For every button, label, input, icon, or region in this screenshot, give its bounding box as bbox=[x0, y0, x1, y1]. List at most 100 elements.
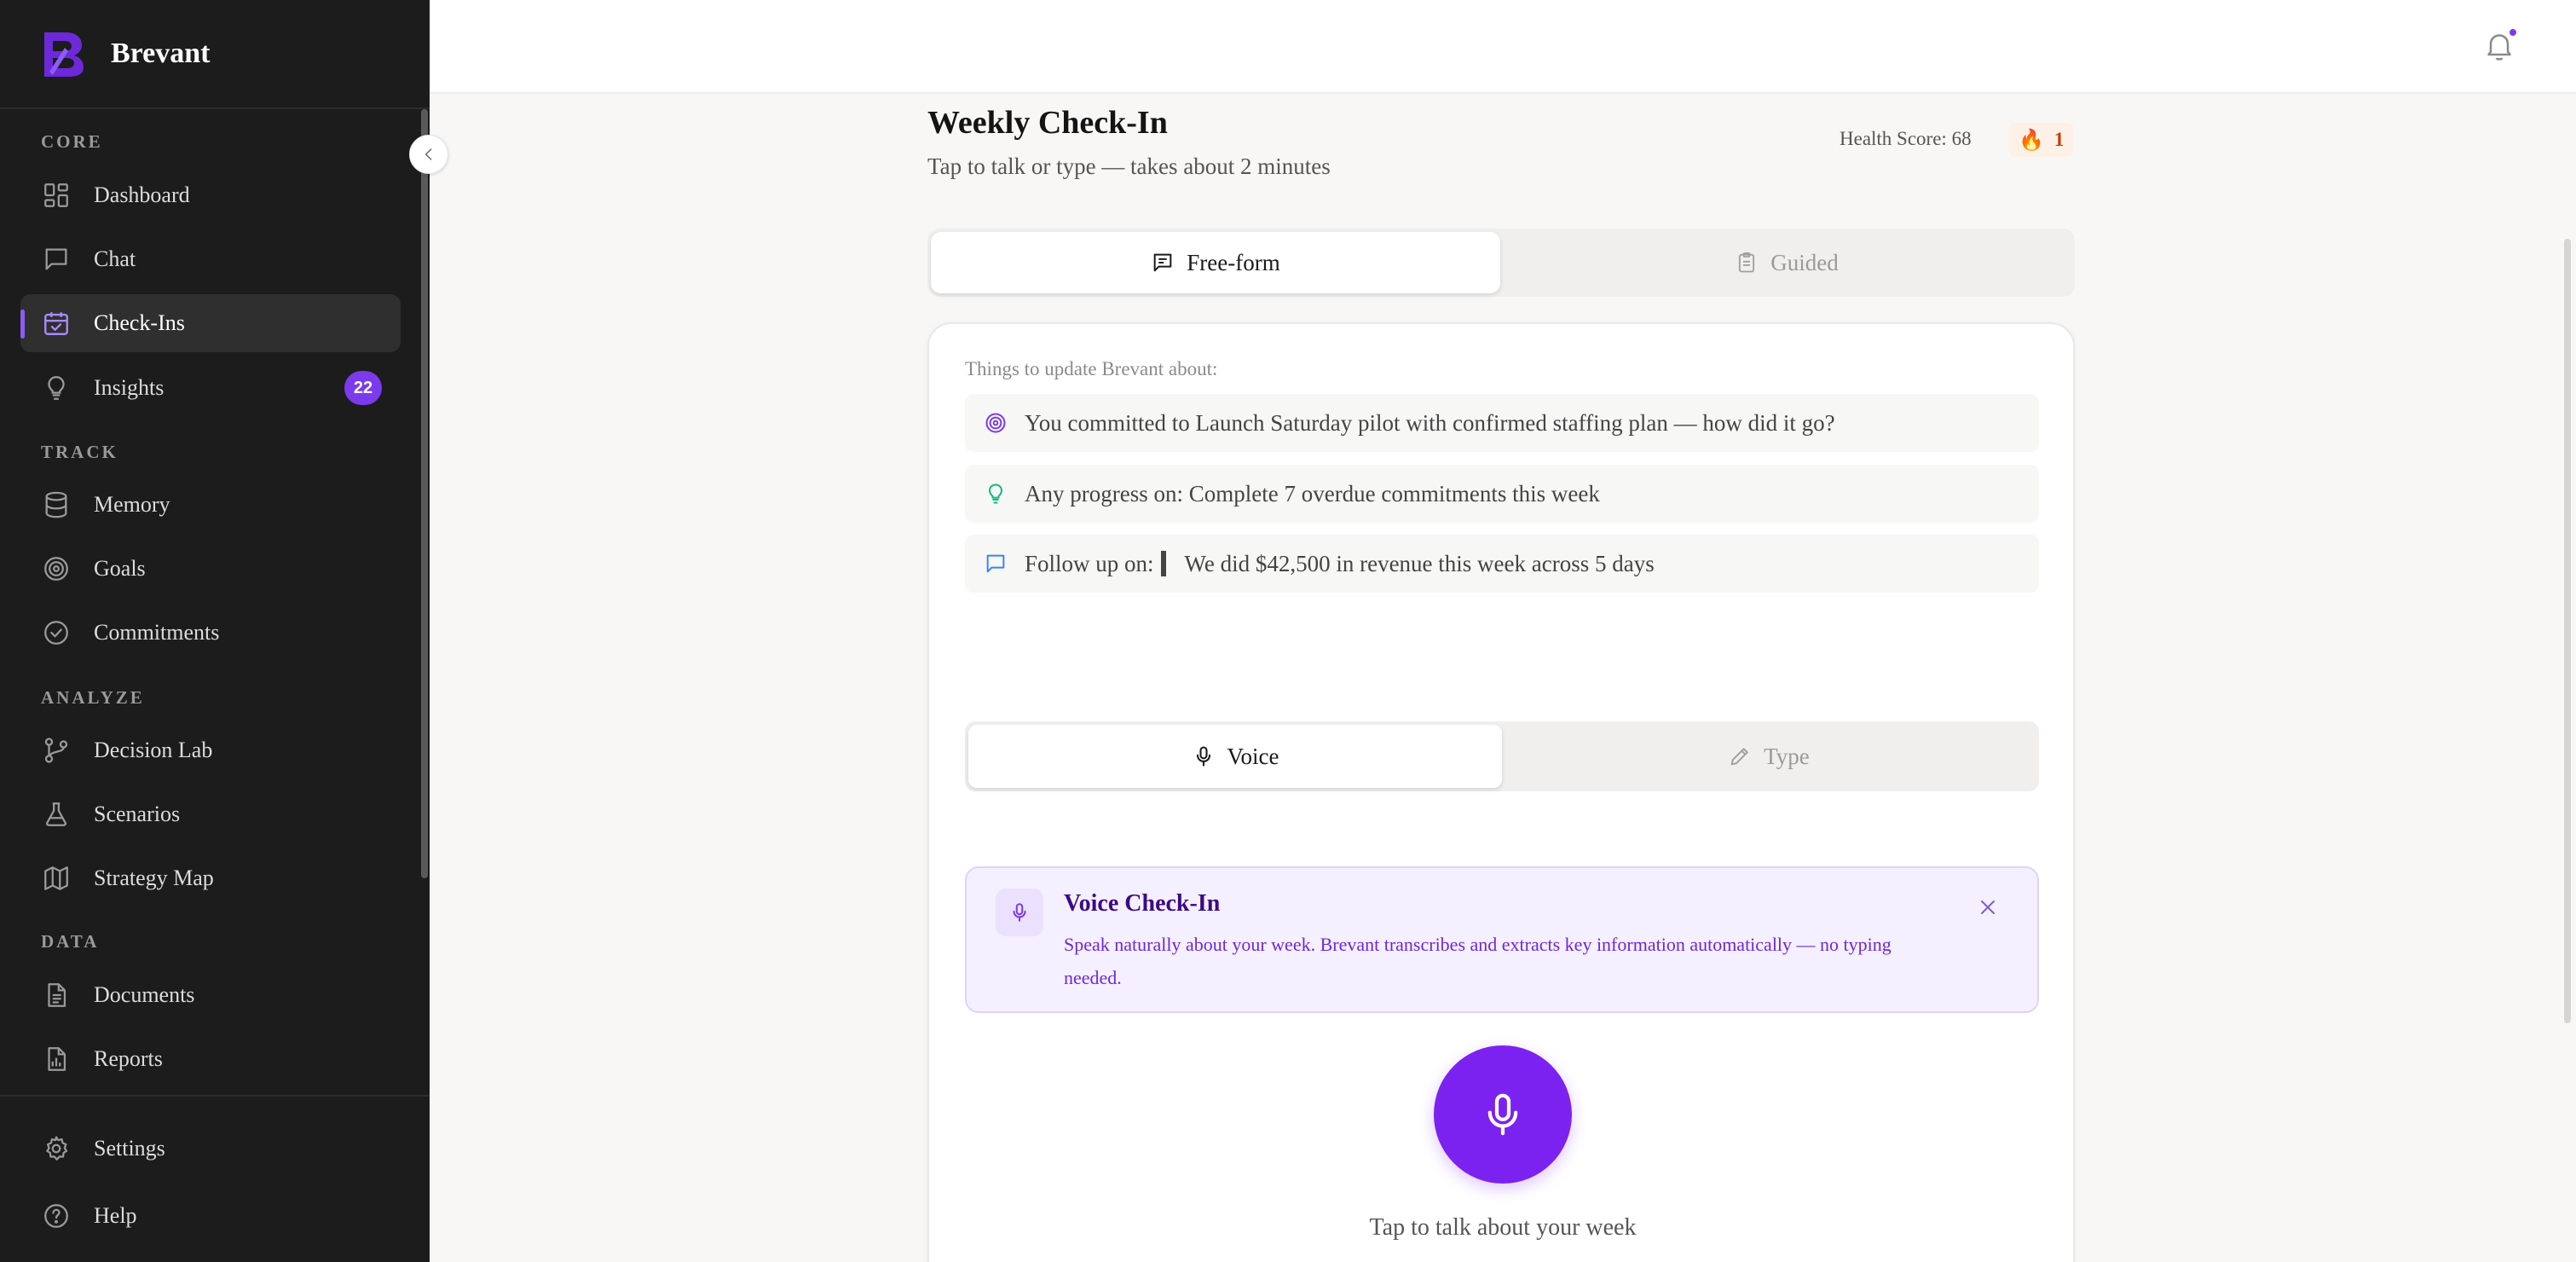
sidebar-item-label: Chat bbox=[94, 246, 136, 271]
prompt-text: We did $42,500 in revenue this week acro… bbox=[1184, 550, 1655, 576]
sidebar-item-insights[interactable]: Insights 22 bbox=[20, 359, 401, 417]
document-icon bbox=[41, 980, 72, 1010]
check-in-card: Things to update Brevant about: You comm… bbox=[927, 322, 2075, 1262]
tab-type[interactable]: Type bbox=[1502, 725, 2036, 788]
sidebar-item-label: Memory bbox=[94, 492, 170, 517]
section-label-track: TRACK bbox=[41, 442, 118, 462]
sidebar-item-memory[interactable]: Memory bbox=[20, 476, 401, 534]
tab-label: Type bbox=[1764, 743, 1810, 769]
map-icon bbox=[41, 863, 72, 894]
calendar-check-icon bbox=[41, 308, 72, 339]
sidebar-item-label: Help bbox=[94, 1203, 137, 1228]
git-branch-icon bbox=[41, 735, 72, 766]
sidebar-item-dashboard[interactable]: Dashboard bbox=[20, 166, 401, 224]
sidebar: Brevant CORE Dashboard Chat Check-Ins In… bbox=[0, 0, 430, 1262]
clipboard-icon bbox=[1739, 252, 1755, 273]
voice-check-in-banner: Voice Check-In Speak naturally about you… bbox=[965, 866, 2039, 1013]
sidebar-item-decision-lab[interactable]: Decision Lab bbox=[20, 721, 401, 779]
record-voice-button[interactable] bbox=[1434, 1045, 1572, 1184]
prompt-text: You committed to Launch Saturday pilot w… bbox=[1025, 409, 1835, 436]
card-hint: Things to update Brevant about: bbox=[965, 358, 1218, 379]
check-circle-icon bbox=[41, 617, 72, 648]
mode-tabs: Free-form Guided bbox=[927, 229, 2075, 297]
sidebar-item-goals[interactable]: Goals bbox=[20, 540, 401, 598]
notifications-button[interactable] bbox=[2482, 27, 2518, 65]
prompt-text: Any progress on: Complete 7 overdue comm… bbox=[1025, 480, 1600, 507]
sidebar-item-label: Goals bbox=[94, 556, 146, 581]
dismiss-banner-button[interactable] bbox=[1972, 892, 2003, 923]
report-icon bbox=[41, 1044, 72, 1074]
close-icon bbox=[1981, 900, 1995, 914]
banner-body: Speak naturally about your week. Brevant… bbox=[1064, 934, 1892, 988]
tab-voice[interactable]: Voice bbox=[968, 725, 1502, 788]
text-cursor bbox=[1160, 551, 1166, 576]
sidebar-scrollbar[interactable] bbox=[421, 109, 428, 878]
gear-icon bbox=[41, 1133, 72, 1164]
brand-name: Brevant bbox=[111, 38, 211, 69]
sidebar-item-documents[interactable]: Documents bbox=[20, 966, 401, 1024]
flame-icon: 🔥 bbox=[2019, 129, 2044, 152]
brevant-logo-icon bbox=[44, 32, 84, 77]
sidebar-item-label: Dashboard bbox=[94, 182, 190, 207]
brand[interactable]: Brevant bbox=[39, 27, 210, 80]
insights-count-badge: 22 bbox=[344, 371, 382, 405]
prompt-prefix: Follow up on: bbox=[1025, 550, 1154, 576]
sidebar-item-scenarios[interactable]: Scenarios bbox=[20, 785, 401, 843]
sidebar-item-commitments[interactable]: Commitments bbox=[20, 604, 401, 662]
chat-icon bbox=[986, 554, 1005, 573]
sidebar-item-label: Settings bbox=[94, 1136, 165, 1161]
tab-label: Guided bbox=[1770, 249, 1839, 275]
sidebar-item-label: Reports bbox=[94, 1046, 163, 1071]
tab-label: Voice bbox=[1227, 743, 1279, 769]
prompt-item-commitment[interactable]: You committed to Launch Saturday pilot w… bbox=[965, 394, 2039, 452]
pencil-icon bbox=[1730, 748, 1748, 766]
sidebar-item-label: Check-Ins bbox=[94, 310, 185, 335]
flask-icon bbox=[41, 799, 72, 830]
input-mode-tabs: Voice Type bbox=[965, 721, 2039, 791]
banner-title: Voice Check-In bbox=[1064, 890, 1221, 917]
microphone-icon bbox=[1196, 746, 1210, 767]
sidebar-item-label: Insights bbox=[94, 375, 165, 400]
sidebar-item-chat[interactable]: Chat bbox=[20, 230, 401, 288]
sidebar-item-label: Decision Lab bbox=[94, 738, 213, 762]
sidebar-item-check-ins[interactable]: Check-Ins bbox=[20, 294, 401, 352]
streak-badge: 🔥 1 bbox=[2008, 123, 2075, 157]
microphone-icon bbox=[1487, 1093, 1518, 1136]
top-bar bbox=[430, 0, 2576, 94]
help-icon bbox=[41, 1201, 72, 1231]
sidebar-item-label: Strategy Map bbox=[94, 865, 214, 890]
tab-free-form[interactable]: Free-form bbox=[931, 232, 1500, 293]
section-label-core: CORE bbox=[41, 131, 103, 152]
section-label-analyze: ANALYZE bbox=[41, 687, 145, 708]
health-score: Health Score: 68 bbox=[1840, 128, 1972, 149]
sidebar-item-label: Documents bbox=[94, 982, 195, 1007]
chat-icon bbox=[41, 244, 72, 275]
divider bbox=[0, 107, 430, 109]
lightbulb-icon bbox=[41, 373, 72, 403]
dashboard-icon bbox=[41, 180, 72, 211]
main-scrollbar[interactable] bbox=[2564, 239, 2571, 1023]
sidebar-item-help[interactable]: Help bbox=[20, 1187, 401, 1245]
prompt-item-progress[interactable]: Any progress on: Complete 7 overdue comm… bbox=[965, 465, 2039, 523]
target-icon bbox=[41, 553, 72, 584]
sidebar-item-label: Commitments bbox=[94, 620, 220, 645]
prompt-item-follow-up[interactable]: Follow up on: We did $42,500 in revenue … bbox=[965, 535, 2039, 593]
sidebar-item-reports[interactable]: Reports bbox=[20, 1030, 401, 1088]
main-content: Weekly Check-In Tap to talk or type — ta… bbox=[430, 94, 2576, 1262]
streak-count: 1 bbox=[2053, 129, 2065, 150]
page-title: Weekly Check-In bbox=[927, 105, 1168, 141]
microphone-icon bbox=[996, 889, 1043, 936]
database-icon bbox=[41, 489, 72, 520]
lightbulb-icon bbox=[989, 483, 1002, 504]
tab-guided[interactable]: Guided bbox=[1502, 232, 2071, 293]
notification-dot bbox=[2508, 27, 2518, 38]
target-icon bbox=[985, 413, 1006, 433]
mic-caption: Tap to talk about your week bbox=[1369, 1214, 1637, 1241]
sidebar-item-label: Scenarios bbox=[94, 802, 181, 826]
sidebar-item-settings[interactable]: Settings bbox=[20, 1120, 401, 1178]
divider bbox=[0, 1095, 430, 1097]
message-square-text-icon bbox=[1153, 253, 1172, 272]
sidebar-item-strategy-map[interactable]: Strategy Map bbox=[20, 849, 401, 907]
tab-label: Free-form bbox=[1187, 249, 1280, 275]
section-label-data: DATA bbox=[41, 931, 100, 952]
